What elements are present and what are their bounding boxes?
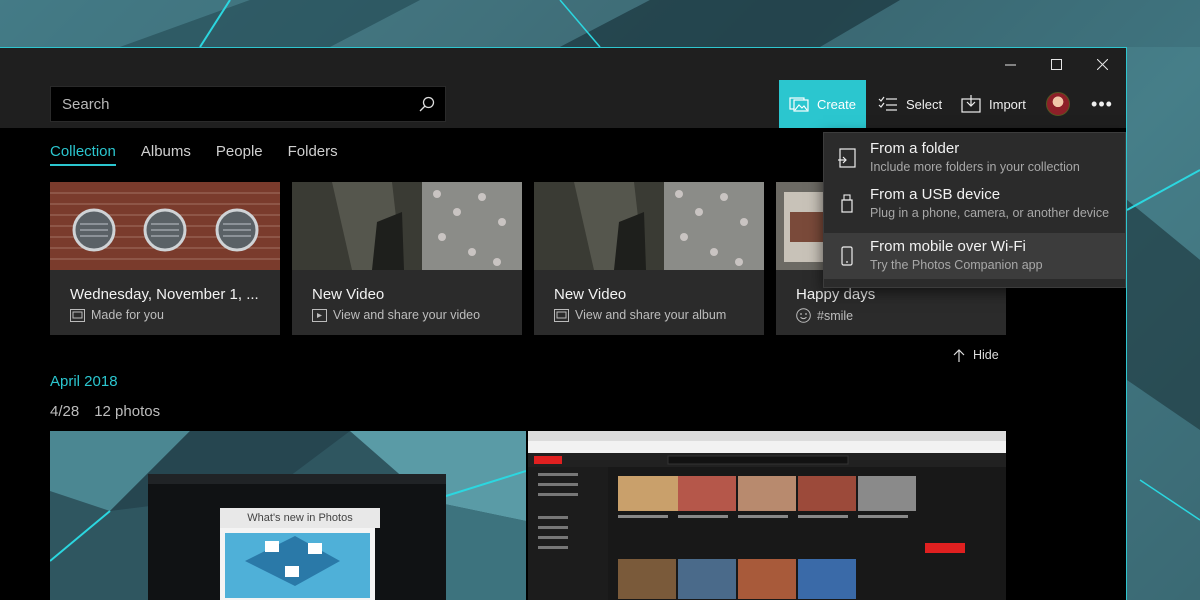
- smiley-icon: [796, 308, 811, 323]
- import-icon: [961, 95, 981, 113]
- close-icon: [1096, 58, 1108, 70]
- tab-albums[interactable]: Albums: [141, 143, 191, 166]
- card-subtitle: Made for you: [91, 308, 164, 322]
- menu-item-subtitle: Include more folders in your collection: [870, 160, 1080, 174]
- hide-button[interactable]: Hide: [953, 348, 999, 362]
- title-bar: [0, 48, 1126, 80]
- view-tabs: Collection Albums People Folders: [50, 143, 338, 166]
- menu-item-from-usb[interactable]: From a USB device Plug in a phone, camer…: [824, 181, 1125, 227]
- minimize-icon: [1004, 64, 1016, 65]
- album-card[interactable]: Wednesday, November 1, ... Made for you: [50, 182, 280, 335]
- video-thumbnail: [292, 182, 522, 270]
- menu-item-from-folder[interactable]: From a folder Include more folders in yo…: [824, 135, 1125, 181]
- menu-item-title: From a folder: [870, 140, 960, 157]
- arrow-up-icon: [953, 348, 965, 362]
- select-checklist-icon: [878, 96, 897, 111]
- create-icon: [789, 97, 809, 112]
- close-button[interactable]: [1079, 48, 1125, 80]
- search-icon[interactable]: [409, 87, 445, 121]
- import-flyout-menu: From a folder Include more folders in yo…: [823, 132, 1126, 288]
- card-subtitle-row: View and share your album: [554, 308, 726, 322]
- photo-caption: What's new in Photos: [247, 512, 353, 524]
- card-title: Wednesday, November 1, ...: [70, 286, 259, 303]
- card-subtitle: #smile: [817, 308, 854, 323]
- album-thumbnail: [50, 182, 280, 270]
- card-subtitle: View and share your video: [333, 308, 481, 322]
- card-subtitle-row: View and share your video: [312, 308, 480, 322]
- photo-thumbnail[interactable]: [528, 431, 1006, 600]
- card-title: Happy days: [796, 286, 876, 303]
- date-label: 4/28: [50, 403, 80, 420]
- menu-item-from-mobile[interactable]: From mobile over Wi-Fi Try the Photos Co…: [824, 233, 1125, 279]
- import-button[interactable]: Import: [951, 80, 1036, 128]
- card-subtitle-row: #smile: [796, 308, 853, 323]
- album-icon: [70, 308, 85, 322]
- photos-app-window: Create Select Import •••: [0, 47, 1127, 600]
- card-title: New Video: [312, 286, 385, 303]
- create-button[interactable]: Create: [779, 80, 866, 128]
- tab-people[interactable]: People: [216, 143, 263, 166]
- more-icon: •••: [1091, 93, 1113, 114]
- folder-import-icon: [824, 135, 870, 181]
- account-avatar[interactable]: [1046, 92, 1070, 116]
- minimize-button[interactable]: [987, 48, 1033, 80]
- month-heading[interactable]: April 2018: [50, 373, 118, 390]
- tab-collection[interactable]: Collection: [50, 143, 116, 166]
- search-box[interactable]: [50, 86, 446, 122]
- menu-item-subtitle: Try the Photos Companion app: [870, 258, 1043, 272]
- maximize-icon: [1050, 58, 1062, 70]
- album-card[interactable]: New Video View and share your video: [292, 182, 522, 335]
- phone-icon: [824, 233, 870, 279]
- more-options-button[interactable]: •••: [1088, 92, 1116, 116]
- app-command-bar: Create Select Import •••: [0, 80, 1126, 128]
- video-thumbnail: [534, 182, 764, 270]
- photo-thumbnail[interactable]: What's new in Photos: [50, 431, 526, 600]
- import-label: Import: [989, 96, 1026, 112]
- maximize-button[interactable]: [1033, 48, 1079, 80]
- card-subtitle-row: Made for you: [70, 308, 164, 322]
- photo-count: 12 photos: [94, 403, 161, 420]
- date-row: 4/28 12 photos: [50, 403, 160, 420]
- create-label: Create: [816, 96, 856, 112]
- album-icon: [554, 308, 569, 322]
- select-button[interactable]: Select: [868, 80, 952, 128]
- card-title: New Video: [554, 286, 627, 303]
- card-subtitle: View and share your album: [575, 308, 727, 322]
- usb-icon: [824, 181, 870, 227]
- menu-item-title: From a USB device: [870, 186, 1001, 203]
- hide-label: Hide: [973, 348, 999, 362]
- menu-item-title: From mobile over Wi-Fi: [870, 238, 1026, 255]
- select-label: Select: [906, 96, 943, 112]
- video-icon: [312, 308, 327, 322]
- search-input[interactable]: [62, 95, 409, 113]
- tab-folders[interactable]: Folders: [288, 143, 338, 166]
- album-card[interactable]: New Video View and share your album: [534, 182, 764, 335]
- menu-item-subtitle: Plug in a phone, camera, or another devi…: [870, 206, 1110, 220]
